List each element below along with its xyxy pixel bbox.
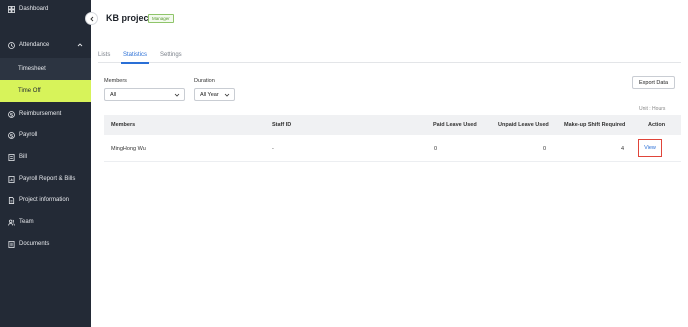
column-header-members: Members bbox=[111, 122, 136, 128]
chevron-down-icon bbox=[224, 93, 230, 97]
page-title: KB project bbox=[106, 13, 152, 23]
receipt-icon bbox=[8, 153, 15, 161]
tab-lists[interactable]: Lists bbox=[98, 52, 110, 58]
document-icon bbox=[8, 240, 15, 248]
sidebar-item-label: Timesheet bbox=[18, 66, 46, 72]
table-header: Members Staff ID Paid Leave Used Unpaid … bbox=[104, 115, 681, 135]
dollar-circle-icon bbox=[8, 131, 15, 139]
unit-label: Unit : Hours bbox=[639, 106, 666, 112]
cell-paid-leave: 0 bbox=[434, 146, 438, 152]
chevron-up-icon bbox=[77, 43, 83, 47]
cell-staff-id: - bbox=[272, 146, 274, 152]
chevron-down-icon bbox=[174, 93, 180, 97]
cell-member: MingHong Wu bbox=[111, 146, 146, 152]
sidebar-item-label: Payroll Report & Bills bbox=[19, 176, 76, 182]
grid-icon bbox=[8, 5, 15, 13]
chevron-left-icon bbox=[89, 16, 93, 21]
sidebar-item-dashboard[interactable]: Dashboard bbox=[0, 0, 91, 20]
sidebar-item-project-information[interactable]: Project information bbox=[0, 189, 91, 211]
sidebar-item-attendance[interactable]: Attendance bbox=[0, 34, 91, 56]
column-header-paid-leave: Paid Leave Used bbox=[433, 122, 477, 128]
column-header-unpaid-leave: Unpaid Leave Used bbox=[498, 122, 549, 128]
sidebar-item-documents[interactable]: Documents bbox=[0, 233, 91, 255]
view-link[interactable]: View bbox=[644, 145, 656, 151]
sidebar-item-team[interactable]: Team bbox=[0, 211, 91, 233]
sidebar-item-payroll-report[interactable]: Payroll Report & Bills bbox=[0, 168, 91, 190]
tab-settings[interactable]: Settings bbox=[160, 52, 182, 58]
table-row: MingHong Wu - 0 0 4 View bbox=[104, 135, 681, 162]
members-label: Members bbox=[104, 78, 127, 84]
sidebar-item-label: Payroll bbox=[19, 132, 38, 138]
sidebar-item-timesheet[interactable]: Timesheet bbox=[0, 58, 91, 80]
sidebar-item-time-off[interactable]: Time Off bbox=[0, 80, 91, 102]
statistics-table: Members Staff ID Paid Leave Used Unpaid … bbox=[104, 115, 681, 162]
column-header-makeup-shift: Make-up Shift Required bbox=[564, 122, 626, 128]
file-icon bbox=[8, 196, 15, 204]
sidebar-item-label: Bill bbox=[19, 154, 28, 160]
tab-statistics[interactable]: Statistics bbox=[123, 52, 147, 58]
sidebar: Dashboard Attendance Timesheet Time Off … bbox=[0, 0, 91, 327]
cell-unpaid-leave: 0 bbox=[543, 146, 547, 152]
members-select-value: All bbox=[110, 91, 117, 98]
sidebar-item-bill[interactable]: Bill bbox=[0, 146, 91, 168]
sidebar-item-label: Attendance bbox=[19, 42, 50, 48]
cell-makeup-shift: 4 bbox=[621, 146, 625, 152]
column-header-staff-id: Staff ID bbox=[272, 122, 292, 128]
duration-select-value: All Year bbox=[200, 91, 219, 98]
sidebar-item-label: Reimbursement bbox=[19, 111, 62, 117]
collapse-sidebar-button[interactable] bbox=[85, 12, 98, 25]
column-header-action: Action bbox=[648, 122, 666, 128]
export-data-button[interactable]: Export Data bbox=[632, 76, 675, 89]
duration-label: Duration bbox=[194, 78, 215, 84]
members-select[interactable]: All bbox=[104, 88, 185, 101]
sidebar-item-reimbursement[interactable]: Reimbursement bbox=[0, 103, 91, 125]
sidebar-item-label: Time Off bbox=[18, 88, 41, 94]
report-icon bbox=[8, 175, 15, 183]
tab-bar: Lists Statistics Settings bbox=[98, 48, 681, 64]
team-icon bbox=[8, 219, 15, 226]
view-action-highlight: View bbox=[638, 139, 662, 157]
dollar-circle-icon bbox=[8, 110, 15, 118]
sidebar-item-payroll[interactable]: Payroll bbox=[0, 124, 91, 146]
sidebar-item-label: Project information bbox=[19, 197, 70, 203]
sidebar-item-label: Dashboard bbox=[19, 6, 49, 12]
role-badge: Manager bbox=[148, 14, 174, 23]
active-tab-indicator bbox=[121, 62, 149, 64]
clock-icon bbox=[8, 41, 15, 49]
sidebar-item-label: Documents bbox=[19, 241, 50, 247]
sidebar-item-label: Team bbox=[19, 219, 34, 225]
duration-select[interactable]: All Year bbox=[194, 88, 235, 101]
